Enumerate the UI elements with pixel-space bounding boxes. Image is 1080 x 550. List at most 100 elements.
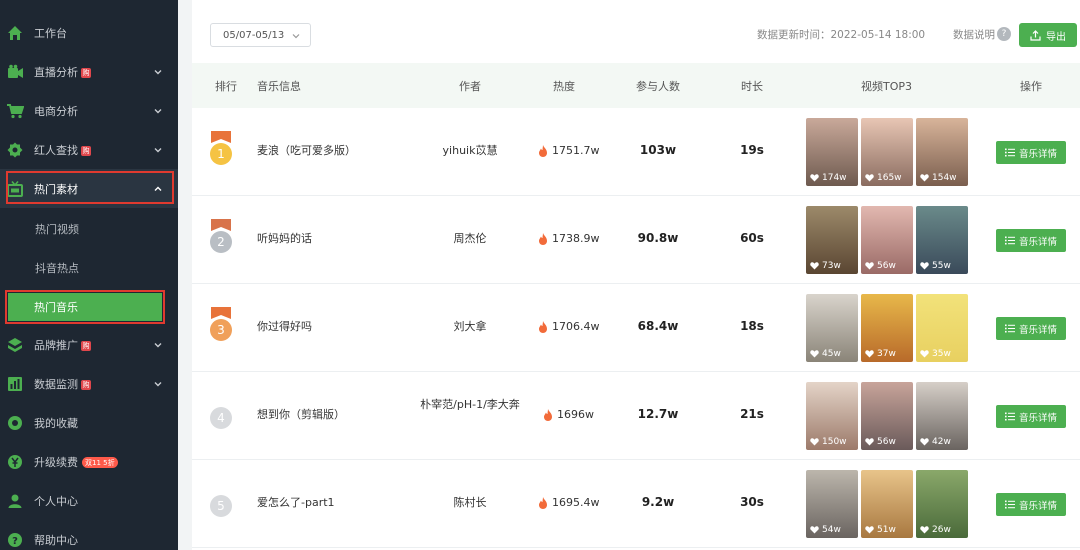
detail-label: 音乐详情 bbox=[1018, 412, 1057, 424]
list-icon bbox=[1004, 412, 1015, 421]
likes-count: 26w bbox=[932, 525, 951, 535]
nav-item-live-analysis[interactable]: 直播分析购 bbox=[0, 52, 178, 91]
nav-item-my-favorites[interactable]: 我的收藏 bbox=[0, 403, 178, 442]
video-thumbnail[interactable]: 165w bbox=[861, 118, 913, 186]
music-detail-button[interactable]: 音乐详情 bbox=[996, 141, 1066, 164]
song-title[interactable]: 爱怎么了-part1 bbox=[257, 494, 335, 510]
export-button[interactable]: 导出 bbox=[1019, 23, 1077, 47]
highlight-frame bbox=[6, 171, 174, 204]
participants-value: 103w bbox=[639, 143, 677, 157]
duration-value: 60s bbox=[740, 231, 764, 245]
heat-number: 1695.4w bbox=[552, 496, 600, 509]
video-thumbnail[interactable]: 37w bbox=[861, 294, 913, 362]
nav-label: 工作台 bbox=[34, 26, 67, 40]
thumbnail-likes: 54w bbox=[810, 525, 841, 535]
thumbnail-likes: 154w bbox=[920, 173, 957, 183]
sidebar-subitem-douyin-trends[interactable]: 抖音热点 bbox=[0, 248, 178, 287]
video-thumbnail[interactable]: 26w bbox=[916, 470, 968, 538]
music-detail-button[interactable]: 音乐详情 bbox=[996, 229, 1066, 252]
bar-chart-icon bbox=[6, 375, 24, 393]
participants-value: 12.7w bbox=[637, 407, 679, 421]
nav-item-influencer-search[interactable]: 红人查找购 bbox=[0, 130, 178, 169]
heart-icon bbox=[810, 174, 819, 182]
purchase-tag: 购 bbox=[81, 67, 91, 78]
nav-item-workbench[interactable]: 工作台 bbox=[0, 13, 178, 52]
thumbnail-likes: 56w bbox=[865, 261, 896, 271]
home-icon bbox=[6, 24, 24, 42]
main-panel: 05/07-05/13 数据更新时间：2022-05-14 18:00 数据说明… bbox=[192, 0, 1080, 550]
video-thumbnail[interactable]: 54w bbox=[806, 470, 858, 538]
heart-icon bbox=[810, 350, 819, 358]
table-header: 排行 音乐信息 作者 热度 参与人数 时长 视频TOP3 操作 bbox=[192, 63, 1080, 108]
purchase-tag: 购 bbox=[81, 379, 91, 390]
video-thumbnail[interactable]: 42w bbox=[916, 382, 968, 450]
heart-icon bbox=[920, 350, 929, 358]
video-thumbnail[interactable]: 35w bbox=[916, 294, 968, 362]
video-thumbnail[interactable]: 73w bbox=[806, 206, 858, 274]
heart-icon bbox=[920, 174, 929, 182]
table-row: 3 你过得好吗 刘大拿 1706.4w 68.4w 18s 45w 37w 35w 音乐详情 bbox=[192, 284, 1080, 372]
heart-icon bbox=[920, 438, 929, 446]
data-note-link[interactable]: 数据说明 bbox=[953, 27, 995, 42]
participants-value: 9.2w bbox=[641, 495, 675, 509]
video-thumbnail[interactable]: 154w bbox=[916, 118, 968, 186]
help-icon: ? bbox=[6, 531, 24, 549]
song-title[interactable]: 听妈妈的话 bbox=[257, 230, 312, 246]
nav-item-brand-promotion[interactable]: 品牌推广购 bbox=[0, 325, 178, 364]
video-thumbnail[interactable]: 174w bbox=[806, 118, 858, 186]
chevron-down-icon bbox=[154, 108, 162, 113]
duration-value: 21s bbox=[740, 407, 764, 421]
thumbnail-likes: 174w bbox=[810, 173, 847, 183]
author-name: yihuik苡慧 bbox=[442, 144, 498, 157]
thumbnail-likes: 42w bbox=[920, 437, 951, 447]
music-detail-button[interactable]: 音乐详情 bbox=[996, 317, 1066, 340]
nav-label: 我的收藏 bbox=[34, 416, 78, 430]
music-detail-button[interactable]: 音乐详情 bbox=[996, 405, 1066, 428]
likes-count: 150w bbox=[822, 437, 847, 447]
rank-number: 3 bbox=[217, 323, 225, 337]
upload-icon bbox=[1030, 29, 1041, 41]
heart-icon bbox=[810, 262, 819, 270]
thumbnail-likes: 165w bbox=[865, 173, 902, 183]
song-title[interactable]: 想到你（剪辑版） bbox=[257, 406, 345, 422]
thumbnail-likes: 26w bbox=[920, 525, 951, 535]
nav-item-ecommerce-analysis[interactable]: 电商分析 bbox=[0, 91, 178, 130]
rank-number: 2 bbox=[217, 235, 225, 249]
chevron-down-icon bbox=[154, 381, 162, 386]
chevron-down-icon bbox=[154, 342, 162, 347]
video-thumbnail[interactable]: 45w bbox=[806, 294, 858, 362]
heat-value: 1696w bbox=[543, 408, 594, 421]
nav-item-upgrade-renew[interactable]: 升级续费 双11 5折 bbox=[0, 442, 178, 481]
music-detail-button[interactable]: 音乐详情 bbox=[996, 493, 1066, 516]
rank-badge: 5 bbox=[210, 495, 232, 517]
video-thumbnail[interactable]: 51w bbox=[861, 470, 913, 538]
table-row: 1 麦浪（吃可爱多版） yihuik苡慧 1751.7w 103w 19s 174w 165w… bbox=[192, 108, 1080, 196]
thumbnail-likes: 45w bbox=[810, 349, 841, 359]
song-title[interactable]: 你过得好吗 bbox=[257, 318, 312, 334]
flame-icon bbox=[539, 320, 547, 333]
chevron-down-icon bbox=[292, 34, 300, 39]
question-icon[interactable]: ? bbox=[997, 27, 1011, 41]
video-thumbnail[interactable]: 56w bbox=[861, 206, 913, 274]
video-thumbnail[interactable]: 55w bbox=[916, 206, 968, 274]
heat-value: 1738.9w bbox=[538, 232, 600, 245]
header-participants: 参与人数 bbox=[636, 80, 680, 93]
heat-value: 1751.7w bbox=[538, 144, 600, 157]
badge-star-icon bbox=[6, 141, 24, 159]
rank-badge: 1 bbox=[210, 143, 232, 165]
medal-ribbon-icon bbox=[211, 307, 231, 319]
song-title[interactable]: 麦浪（吃可爱多版） bbox=[257, 142, 356, 158]
nav-item-help-center[interactable]: ? 帮助中心 bbox=[0, 520, 178, 550]
purchase-tag: 购 bbox=[81, 145, 91, 156]
promo-badge: 双11 5折 bbox=[82, 457, 118, 468]
header-author: 作者 bbox=[459, 80, 481, 93]
sidebar-subitem-hot-videos[interactable]: 热门视频 bbox=[0, 209, 178, 248]
purchase-tag: 购 bbox=[81, 340, 91, 351]
likes-count: 165w bbox=[877, 173, 902, 183]
date-range-select[interactable]: 05/07-05/13 bbox=[210, 23, 311, 47]
video-thumbnail[interactable]: 150w bbox=[806, 382, 858, 450]
nav-item-data-monitoring[interactable]: 数据监测购 bbox=[0, 364, 178, 403]
rank-badge: 3 bbox=[210, 319, 232, 341]
nav-item-personal-center[interactable]: 个人中心 bbox=[0, 481, 178, 520]
video-thumbnail[interactable]: 56w bbox=[861, 382, 913, 450]
